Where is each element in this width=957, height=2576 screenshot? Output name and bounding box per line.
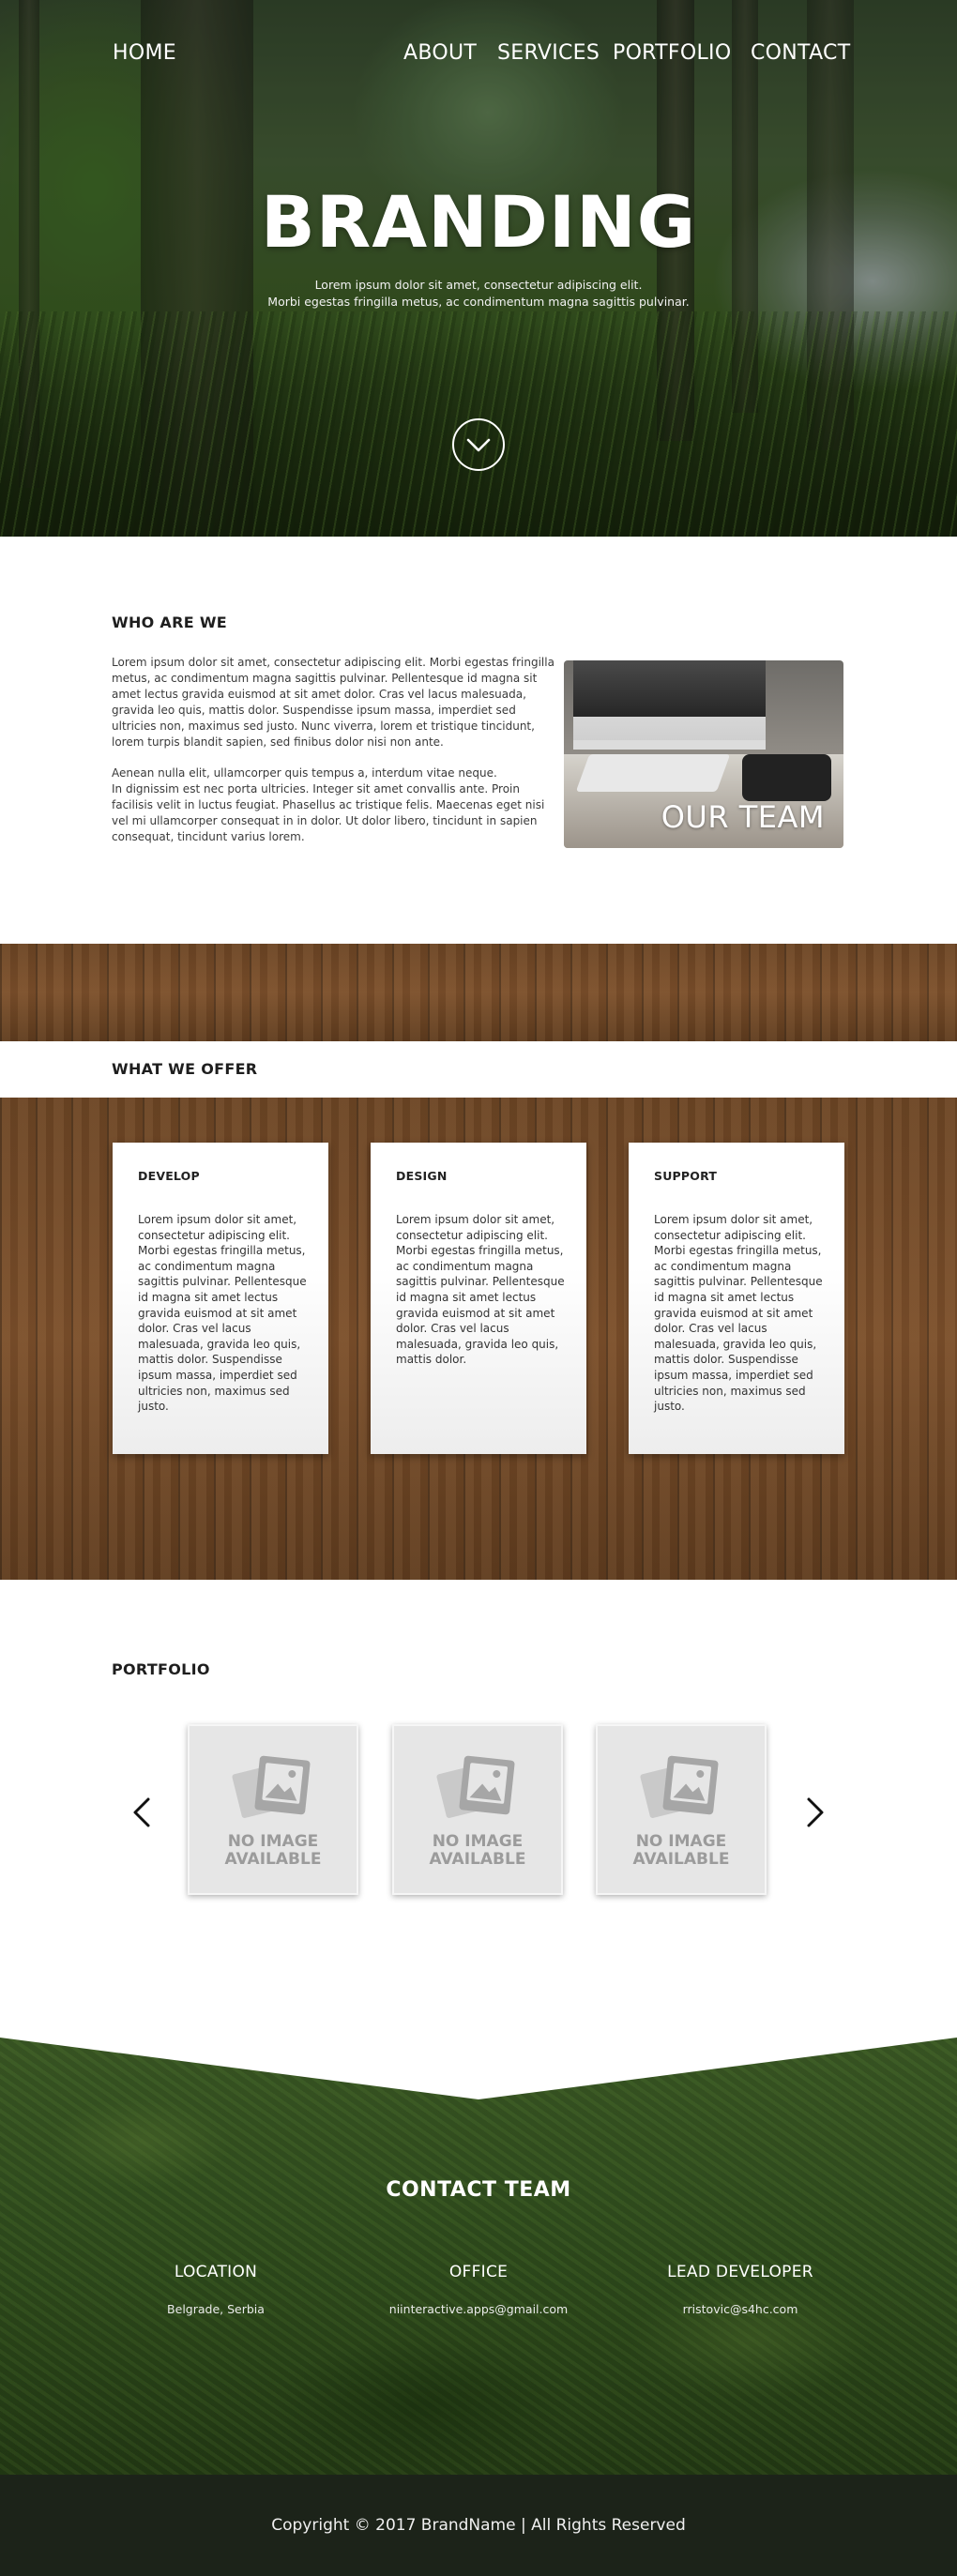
our-team-card[interactable]: OUR TEAM (564, 660, 843, 848)
portfolio-item[interactable]: NO IMAGE AVAILABLE (392, 1724, 563, 1895)
nav-services[interactable]: SERVICES (497, 41, 600, 65)
no-image-label: NO IMAGE AVAILABLE (429, 1832, 526, 1869)
portfolio-prev-button[interactable] (128, 1794, 156, 1831)
nav-portfolio[interactable]: PORTFOLIO (613, 41, 731, 65)
contact-office-email[interactable]: niinteractive.apps@gmail.com (338, 2302, 619, 2316)
our-team-label: OUR TEAM (661, 799, 825, 835)
contact-location-label: LOCATION (174, 2263, 258, 2281)
image-placeholder-icon (232, 1755, 311, 1818)
hero-title: BRANDING (260, 180, 697, 264)
offer-card-body: Lorem ipsum dolor sit amet, consectetur … (396, 1213, 565, 1367)
section-divider (0, 2030, 957, 2099)
offer-card-title: DEVELOP (138, 1169, 200, 1183)
nav-contact[interactable]: CONTACT (751, 41, 850, 65)
section-heading-offer: WHAT WE OFFER (112, 1060, 258, 1078)
no-image-label: NO IMAGE AVAILABLE (632, 1832, 730, 1869)
contact-location-value: Belgrade, Serbia (167, 2302, 265, 2316)
contact-office-label: OFFICE (448, 2263, 509, 2281)
scroll-down-button[interactable] (452, 418, 505, 471)
chevron-right-icon (807, 1797, 824, 1827)
hero-subtitle: Lorem ipsum dolor sit amet, consectetur … (314, 278, 643, 292)
no-image-label: NO IMAGE AVAILABLE (224, 1832, 322, 1869)
hero-section: HOME ABOUT SERVICES PORTFOLIO CONTACT BR… (0, 0, 957, 537)
who-paragraph-2: Aenean nulla elit, ullamcorper quis temp… (112, 766, 545, 843)
contact-section (0, 2030, 957, 2475)
hero-subtitle: Morbi egestas fringilla metus, ac condim… (267, 295, 690, 309)
section-heading-who: WHO ARE WE (112, 614, 227, 631)
contact-heading: CONTACT TEAM (386, 2178, 571, 2202)
portfolio-next-button[interactable] (801, 1794, 829, 1831)
contact-lead-label: LEAD DEVELOPER (667, 2263, 813, 2281)
keyboard-image (575, 754, 731, 792)
portfolio-item[interactable]: NO IMAGE AVAILABLE (188, 1724, 358, 1895)
nav-about[interactable]: ABOUT (403, 41, 477, 65)
image-placeholder-icon (436, 1755, 515, 1818)
footer: Copyright © 2017 BrandName | All Rights … (0, 2475, 957, 2576)
nav-home[interactable]: HOME (113, 41, 176, 65)
offer-card-develop[interactable]: DEVELOP Lorem ipsum dolor sit amet, cons… (113, 1143, 328, 1454)
section-heading-portfolio: PORTFOLIO (112, 1660, 210, 1678)
chevron-left-icon (133, 1797, 150, 1827)
chevron-down-circle-icon (466, 438, 491, 452)
who-paragraph-1: Lorem ipsum dolor sit amet, consectetur … (112, 656, 554, 749)
offer-card-support[interactable]: SUPPORT Lorem ipsum dolor sit amet, cons… (629, 1143, 844, 1454)
offer-card-title: DESIGN (396, 1169, 448, 1183)
offer-card-design[interactable]: DESIGN Lorem ipsum dolor sit amet, conse… (371, 1143, 586, 1454)
offer-card-body: Lorem ipsum dolor sit amet, consectetur … (138, 1213, 307, 1414)
contact-lead-email[interactable]: rristovic@s4hc.com (600, 2302, 881, 2316)
mousepad-image (742, 754, 831, 801)
monitor-image (573, 660, 766, 750)
offer-card-title: SUPPORT (654, 1169, 718, 1183)
image-placeholder-icon (640, 1755, 719, 1818)
offer-card-body: Lorem ipsum dolor sit amet, consectetur … (654, 1213, 823, 1414)
copyright-text: Copyright © 2017 BrandName | All Rights … (271, 2516, 686, 2535)
portfolio-item[interactable]: NO IMAGE AVAILABLE (596, 1724, 767, 1895)
wood-band-top (0, 944, 957, 1041)
